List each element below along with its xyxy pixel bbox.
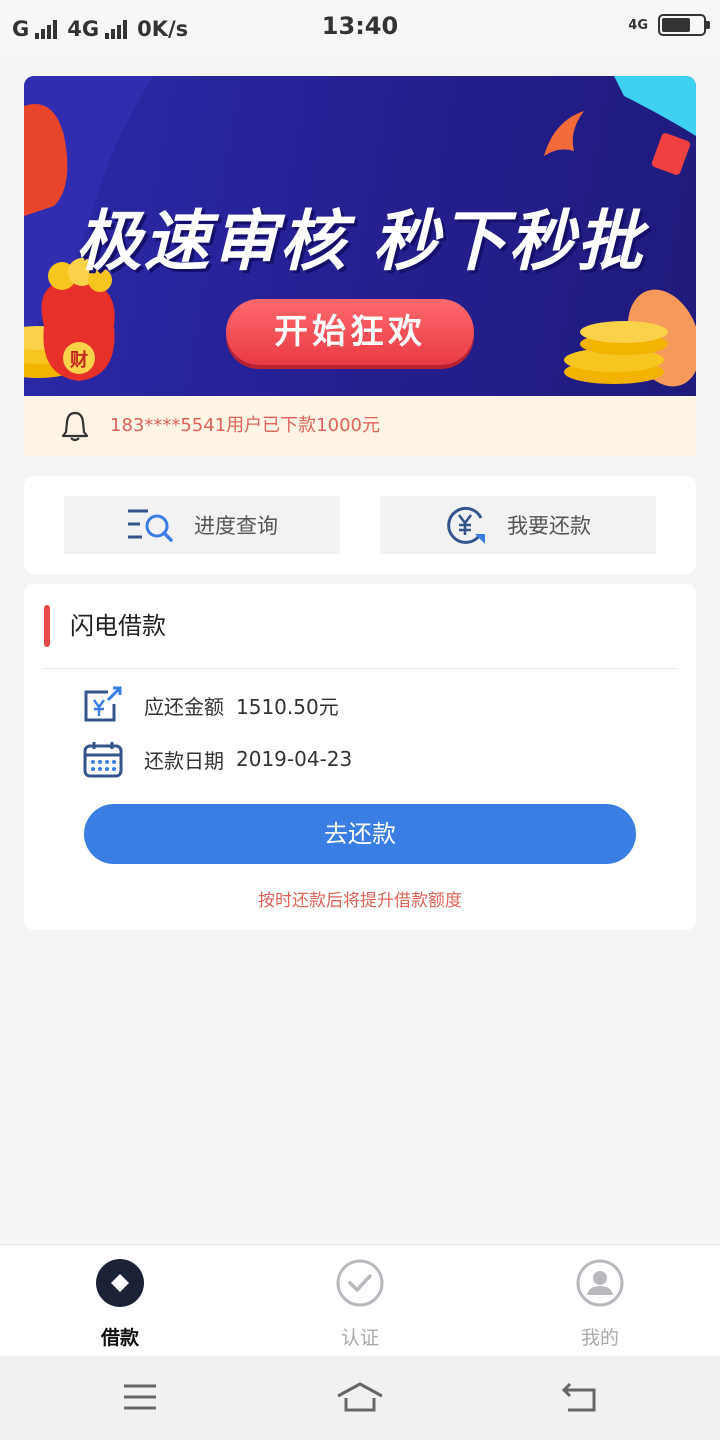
progress-query-label: 进度查询 bbox=[194, 514, 278, 538]
clock: 13:40 bbox=[321, 12, 399, 40]
bottom-tab-bar: 借款 认证 我的 bbox=[0, 1244, 720, 1356]
tab-verify-label: 认证 bbox=[340, 1327, 379, 1349]
amount-icon bbox=[84, 686, 122, 722]
back-icon[interactable] bbox=[560, 1380, 600, 1414]
date-value: 2019-04-23 bbox=[236, 747, 353, 771]
repay-hint: 按时还款后将提升借款额度 bbox=[258, 891, 462, 911]
tab-loan[interactable]: 借款 bbox=[60, 1259, 180, 1350]
menu-icon[interactable] bbox=[120, 1380, 160, 1414]
search-list-icon bbox=[128, 509, 173, 542]
go-repay-button[interactable]: 去还款 bbox=[84, 804, 636, 864]
amount-label: 应还金额 bbox=[144, 694, 224, 719]
battery-icon bbox=[658, 14, 710, 36]
check-circle-icon bbox=[336, 1259, 384, 1307]
banner-headline: 极速审核 秒下秒批 bbox=[75, 203, 645, 280]
amount-row: 应还金额 1510.50元 bbox=[82, 686, 339, 724]
loan-diamond-icon bbox=[96, 1259, 144, 1307]
amount-value: 1510.50元 bbox=[236, 694, 339, 719]
loan-card: 闪电借款 应还金额 1510.50元 还款日期 2019-04-23 去还款 按… bbox=[24, 584, 696, 930]
user-icon bbox=[576, 1259, 624, 1307]
tab-mine-label: 我的 bbox=[580, 1327, 619, 1349]
network-4g-icon: 4G bbox=[628, 17, 648, 33]
date-label: 还款日期 bbox=[144, 748, 224, 773]
tab-loan-label: 借款 bbox=[100, 1327, 139, 1349]
battery-fill bbox=[662, 18, 690, 32]
quick-actions-card: 进度查询 我要还款 bbox=[24, 476, 696, 574]
title-accent-bar bbox=[44, 605, 50, 647]
date-row: 还款日期 2019-04-23 bbox=[82, 740, 352, 778]
home-icon[interactable] bbox=[336, 1380, 384, 1414]
tab-verify[interactable]: 认证 bbox=[300, 1259, 420, 1350]
notice-bar: 183****5541用户已下款1000元 bbox=[24, 396, 696, 456]
status-right: 4G bbox=[628, 14, 710, 36]
banner-cta-button[interactable]: 开始狂欢 bbox=[226, 299, 474, 365]
repay-label: 我要还款 bbox=[507, 514, 591, 538]
tab-mine[interactable]: 我的 bbox=[540, 1259, 660, 1350]
progress-query-button[interactable]: 进度查询 bbox=[64, 496, 340, 554]
calendar-icon bbox=[83, 742, 123, 778]
status-bar: G 4G 0K/s 13:40 4G bbox=[0, 0, 720, 56]
coin-glyph: 财 bbox=[70, 350, 88, 371]
system-nav-bar bbox=[0, 1356, 720, 1440]
notice-text: 183****5541用户已下款1000元 bbox=[110, 415, 380, 436]
repay-button[interactable]: 我要还款 bbox=[380, 496, 656, 554]
bell-icon bbox=[61, 411, 89, 442]
yuan-repay-icon bbox=[447, 506, 485, 544]
divider bbox=[44, 668, 676, 669]
loan-title: 闪电借款 bbox=[70, 612, 166, 640]
promo-banner[interactable]: 财 极速审核 秒下秒批 开始狂欢 bbox=[24, 76, 696, 396]
